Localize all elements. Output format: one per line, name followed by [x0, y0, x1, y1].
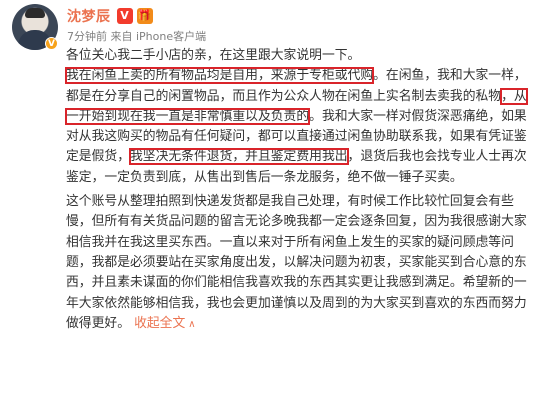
highlight-self-use: 我在闲鱼上卖的所有物品均是自用，来源于专柜或代购 — [64, 67, 375, 85]
post-meta[interactable]: 7分钟前 来自 iPhone客户端 — [67, 28, 206, 44]
collapse-link[interactable]: 收起全文 ∧ — [134, 316, 196, 331]
text-segment: 各位关心我二手小店的亲，在这里跟大家说明一下。 — [66, 48, 361, 63]
gift-icon[interactable]: 🎁 — [136, 8, 153, 24]
post-header: V 沈梦辰 V 🎁 7分钟前 来自 iPhone客户端 — [12, 4, 532, 52]
avatar-hair — [25, 8, 45, 18]
highlight-refund: 我坚决无条件退货，并且鉴定费用我出 — [128, 148, 349, 166]
text-segment: 这个账号从整理拍照到快递发货都是我自己处理，有时候工作比较忙回复会有些慢，但所有… — [66, 194, 527, 331]
post-body: 各位关心我二手小店的亲，在这里跟大家说明一下。 我在闲鱼上卖的所有物品均是自用，… — [64, 46, 537, 335]
author-name[interactable]: 沈梦辰 — [67, 6, 111, 26]
verified-v-icon[interactable]: V — [116, 8, 133, 24]
avatar-verified-icon: V — [45, 37, 58, 50]
chevron-up-icon: ∧ — [188, 318, 196, 330]
name-row: 沈梦辰 V 🎁 — [67, 7, 153, 25]
paragraph-2: 这个账号从整理拍照到快递发货都是我自己处理，有时候工作比较忙回复会有些慢，但所有… — [66, 192, 537, 335]
paragraph-1: 各位关心我二手小店的亲，在这里跟大家说明一下。 我在闲鱼上卖的所有物品均是自用，… — [64, 46, 537, 188]
collapse-label: 收起全文 — [134, 315, 186, 331]
